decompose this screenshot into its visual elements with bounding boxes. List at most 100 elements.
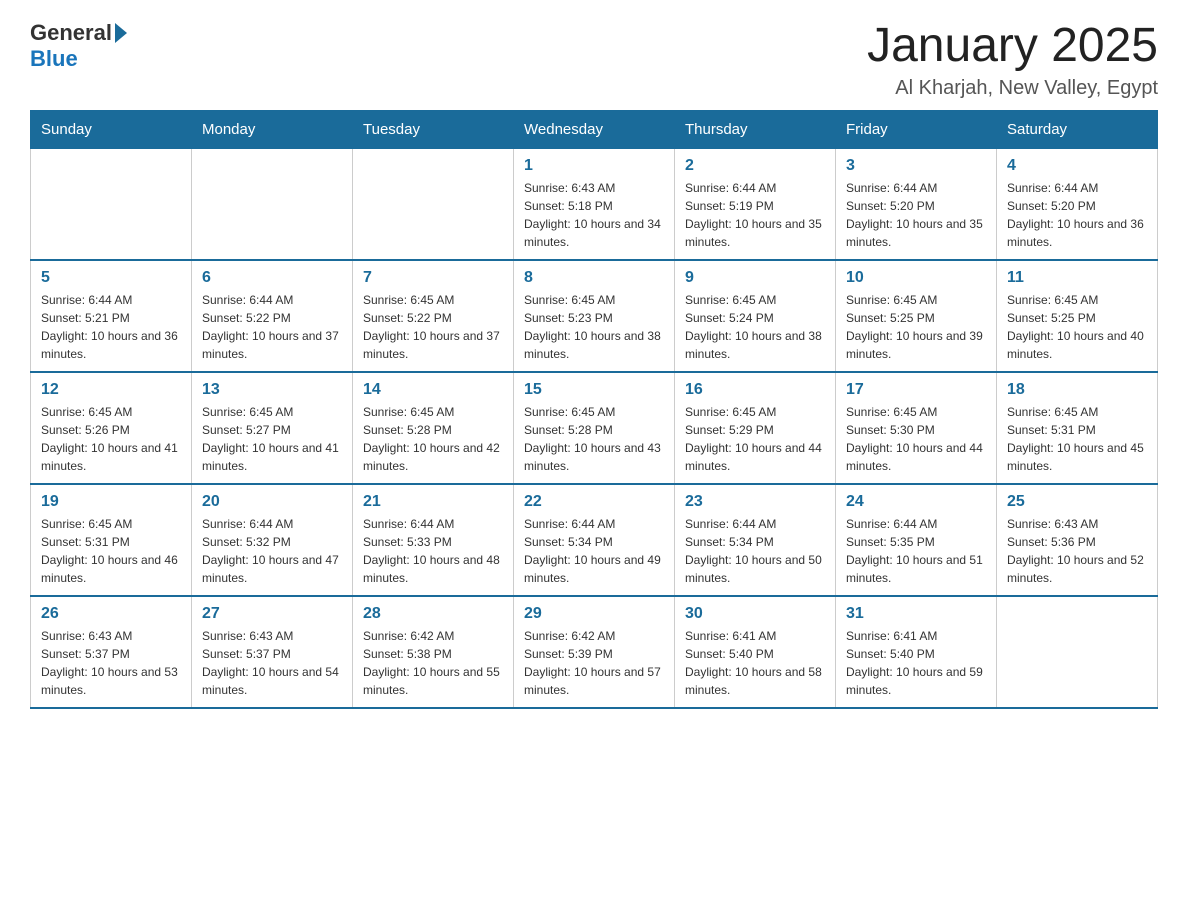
table-row — [192, 148, 353, 260]
day-info: Sunrise: 6:42 AMSunset: 5:38 PMDaylight:… — [363, 627, 503, 699]
day-info: Sunrise: 6:45 AMSunset: 5:28 PMDaylight:… — [524, 403, 664, 475]
table-row: 12Sunrise: 6:45 AMSunset: 5:26 PMDayligh… — [31, 372, 192, 484]
calendar-week-row: 26 Sunrise: 6:43 AMSunset: 5:37 PMDayligh… — [31, 596, 1158, 708]
day-number: 7 — [363, 269, 503, 287]
day-number: 26 — [41, 605, 181, 623]
day-info: Sunrise: 6:45 AMSunset: 5:31 PMDaylight:… — [1007, 403, 1147, 475]
day-number: 31 — [846, 605, 986, 623]
day-info: Sunrise: 6:45 AMSunset: 5:29 PMDaylight:… — [685, 403, 825, 475]
calendar-table: Sunday Monday Tuesday Wednesday Thursday… — [30, 110, 1158, 709]
calendar-week-row: 1 Sunrise: 6:43 AMSunset: 5:18 PMDaylight… — [31, 148, 1158, 260]
table-row: 21 Sunrise: 6:44 AMSunset: 5:33 PMDayligh… — [353, 484, 514, 596]
table-row: 25 Sunrise: 6:43 AMSunset: 5:36 PMDayligh… — [997, 484, 1158, 596]
table-row: 5Sunrise: 6:44 AMSunset: 5:21 PMDaylight… — [31, 260, 192, 372]
table-row: 1 Sunrise: 6:43 AMSunset: 5:18 PMDaylight… — [514, 148, 675, 260]
logo-triangle-icon — [115, 23, 127, 43]
day-info: Sunrise: 6:43 AMSunset: 5:37 PMDaylight:… — [41, 627, 181, 699]
day-info: Sunrise: 6:44 AMSunset: 5:35 PMDaylight:… — [846, 515, 986, 587]
day-info: Sunrise: 6:45 AMSunset: 5:25 PMDaylight:… — [846, 291, 986, 363]
day-info: Sunrise: 6:43 AMSunset: 5:37 PMDaylight:… — [202, 627, 342, 699]
calendar-week-row: 12Sunrise: 6:45 AMSunset: 5:26 PMDayligh… — [31, 372, 1158, 484]
header-tuesday: Tuesday — [353, 110, 514, 148]
day-number: 18 — [1007, 381, 1147, 399]
day-number: 4 — [1007, 157, 1147, 175]
header-monday: Monday — [192, 110, 353, 148]
day-info: Sunrise: 6:42 AMSunset: 5:39 PMDaylight:… — [524, 627, 664, 699]
table-row: 6 Sunrise: 6:44 AMSunset: 5:22 PMDaylight… — [192, 260, 353, 372]
day-info: Sunrise: 6:45 AMSunset: 5:27 PMDaylight:… — [202, 403, 342, 475]
day-number: 12 — [41, 381, 181, 399]
day-info: Sunrise: 6:45 AMSunset: 5:28 PMDaylight:… — [363, 403, 503, 475]
day-number: 16 — [685, 381, 825, 399]
table-row: 3 Sunrise: 6:44 AMSunset: 5:20 PMDaylight… — [836, 148, 997, 260]
day-info: Sunrise: 6:41 AMSunset: 5:40 PMDaylight:… — [846, 627, 986, 699]
day-number: 15 — [524, 381, 664, 399]
table-row: 13 Sunrise: 6:45 AMSunset: 5:27 PMDayligh… — [192, 372, 353, 484]
day-number: 29 — [524, 605, 664, 623]
table-row — [31, 148, 192, 260]
day-info: Sunrise: 6:43 AMSunset: 5:36 PMDaylight:… — [1007, 515, 1147, 587]
day-number: 25 — [1007, 493, 1147, 511]
header-friday: Friday — [836, 110, 997, 148]
day-number: 6 — [202, 269, 342, 287]
day-number: 19 — [41, 493, 181, 511]
table-row: 23 Sunrise: 6:44 AMSunset: 5:34 PMDayligh… — [675, 484, 836, 596]
day-number: 23 — [685, 493, 825, 511]
table-row: 26 Sunrise: 6:43 AMSunset: 5:37 PMDayligh… — [31, 596, 192, 708]
day-info: Sunrise: 6:41 AMSunset: 5:40 PMDaylight:… — [685, 627, 825, 699]
day-number: 13 — [202, 381, 342, 399]
day-number: 5 — [41, 269, 181, 287]
table-row: 31 Sunrise: 6:41 AMSunset: 5:40 PMDayligh… — [836, 596, 997, 708]
logo-general-text: General — [30, 20, 112, 46]
day-info: Sunrise: 6:43 AMSunset: 5:18 PMDaylight:… — [524, 179, 664, 251]
day-number: 3 — [846, 157, 986, 175]
day-info: Sunrise: 6:44 AMSunset: 5:34 PMDaylight:… — [524, 515, 664, 587]
table-row: 24Sunrise: 6:44 AMSunset: 5:35 PMDayligh… — [836, 484, 997, 596]
table-row: 30 Sunrise: 6:41 AMSunset: 5:40 PMDayligh… — [675, 596, 836, 708]
day-info: Sunrise: 6:44 AMSunset: 5:22 PMDaylight:… — [202, 291, 342, 363]
table-row: 14Sunrise: 6:45 AMSunset: 5:28 PMDayligh… — [353, 372, 514, 484]
table-row: 28 Sunrise: 6:42 AMSunset: 5:38 PMDayligh… — [353, 596, 514, 708]
day-number: 10 — [846, 269, 986, 287]
title-section: January 2025 Al Kharjah, New Valley, Egy… — [867, 20, 1158, 100]
day-number: 1 — [524, 157, 664, 175]
header-saturday: Saturday — [997, 110, 1158, 148]
day-info: Sunrise: 6:44 AMSunset: 5:20 PMDaylight:… — [846, 179, 986, 251]
calendar-week-row: 19 Sunrise: 6:45 AMSunset: 5:31 PMDayligh… — [31, 484, 1158, 596]
day-info: Sunrise: 6:45 AMSunset: 5:23 PMDaylight:… — [524, 291, 664, 363]
table-row: 11Sunrise: 6:45 AMSunset: 5:25 PMDayligh… — [997, 260, 1158, 372]
day-number: 28 — [363, 605, 503, 623]
day-info: Sunrise: 6:44 AMSunset: 5:33 PMDaylight:… — [363, 515, 503, 587]
day-info: Sunrise: 6:44 AMSunset: 5:20 PMDaylight:… — [1007, 179, 1147, 251]
day-number: 30 — [685, 605, 825, 623]
page-header: General Blue January 2025 Al Kharjah, Ne… — [30, 20, 1158, 100]
table-row: 15 Sunrise: 6:45 AMSunset: 5:28 PMDayligh… — [514, 372, 675, 484]
table-row: 20Sunrise: 6:44 AMSunset: 5:32 PMDayligh… — [192, 484, 353, 596]
calendar-title: January 2025 — [867, 20, 1158, 73]
day-number: 9 — [685, 269, 825, 287]
logo-blue-text: Blue — [30, 46, 78, 71]
day-number: 27 — [202, 605, 342, 623]
day-info: Sunrise: 6:44 AMSunset: 5:34 PMDaylight:… — [685, 515, 825, 587]
day-number: 11 — [1007, 269, 1147, 287]
table-row: 22Sunrise: 6:44 AMSunset: 5:34 PMDayligh… — [514, 484, 675, 596]
day-number: 8 — [524, 269, 664, 287]
table-row: 8 Sunrise: 6:45 AMSunset: 5:23 PMDaylight… — [514, 260, 675, 372]
header-wednesday: Wednesday — [514, 110, 675, 148]
table-row: 9 Sunrise: 6:45 AMSunset: 5:24 PMDaylight… — [675, 260, 836, 372]
table-row: 2Sunrise: 6:44 AMSunset: 5:19 PMDaylight… — [675, 148, 836, 260]
day-info: Sunrise: 6:44 AMSunset: 5:32 PMDaylight:… — [202, 515, 342, 587]
day-info: Sunrise: 6:45 AMSunset: 5:24 PMDaylight:… — [685, 291, 825, 363]
table-row — [353, 148, 514, 260]
day-info: Sunrise: 6:45 AMSunset: 5:31 PMDaylight:… — [41, 515, 181, 587]
calendar-header-row: Sunday Monday Tuesday Wednesday Thursday… — [31, 110, 1158, 148]
header-sunday: Sunday — [31, 110, 192, 148]
table-row — [997, 596, 1158, 708]
table-row: 7Sunrise: 6:45 AMSunset: 5:22 PMDaylight… — [353, 260, 514, 372]
logo: General Blue — [30, 20, 127, 72]
table-row: 4 Sunrise: 6:44 AMSunset: 5:20 PMDaylight… — [997, 148, 1158, 260]
day-info: Sunrise: 6:45 AMSunset: 5:30 PMDaylight:… — [846, 403, 986, 475]
table-row: 18 Sunrise: 6:45 AMSunset: 5:31 PMDayligh… — [997, 372, 1158, 484]
day-number: 21 — [363, 493, 503, 511]
header-thursday: Thursday — [675, 110, 836, 148]
